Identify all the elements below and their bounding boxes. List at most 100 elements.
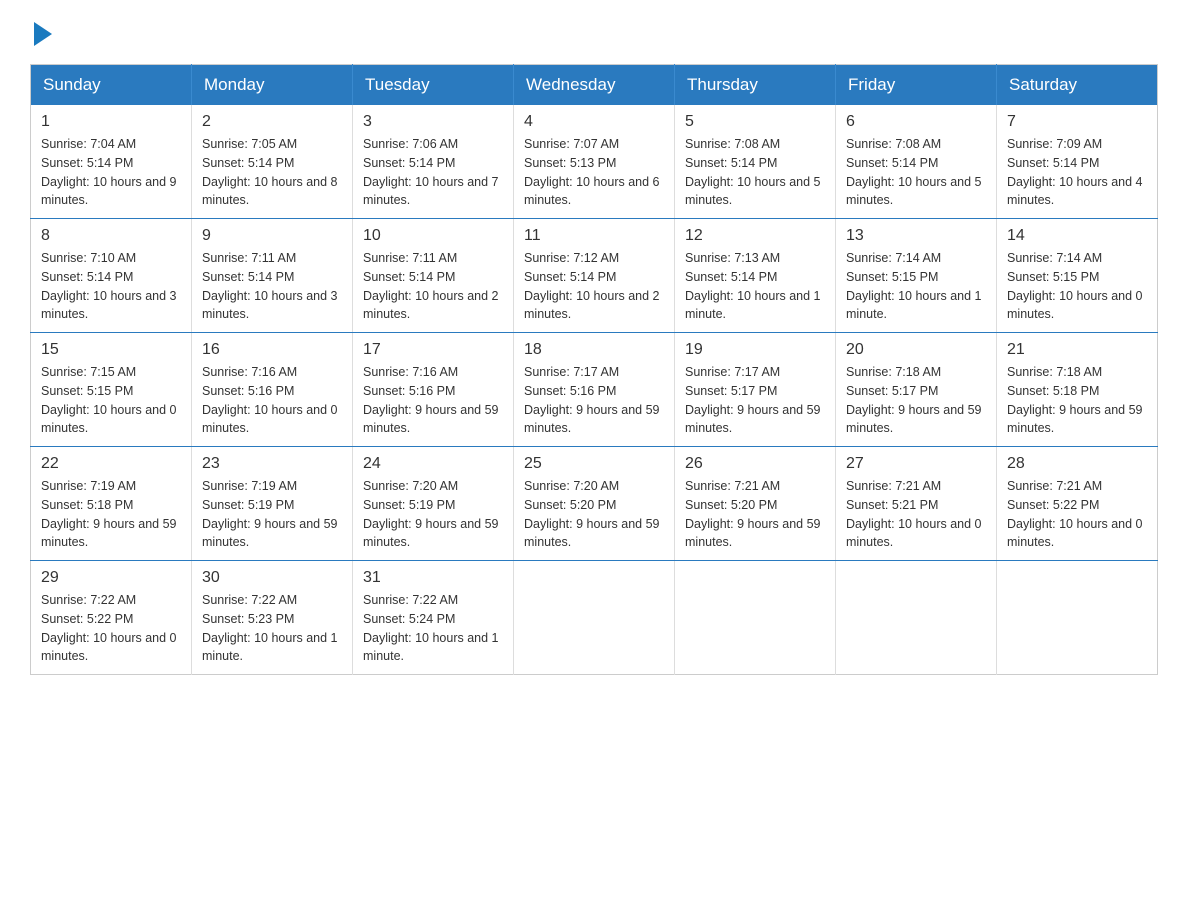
week-row-1: 1 Sunrise: 7:04 AMSunset: 5:14 PMDayligh… [31, 105, 1158, 219]
day-number: 6 [846, 113, 986, 131]
day-cell: 12 Sunrise: 7:13 AMSunset: 5:14 PMDaylig… [675, 219, 836, 333]
day-info: Sunrise: 7:05 AMSunset: 5:14 PMDaylight:… [202, 135, 342, 210]
day-number: 14 [1007, 227, 1147, 245]
day-cell: 5 Sunrise: 7:08 AMSunset: 5:14 PMDayligh… [675, 105, 836, 219]
day-cell: 2 Sunrise: 7:05 AMSunset: 5:14 PMDayligh… [192, 105, 353, 219]
header-cell-saturday: Saturday [997, 65, 1158, 106]
calendar-header: SundayMondayTuesdayWednesdayThursdayFrid… [31, 65, 1158, 106]
day-cell: 3 Sunrise: 7:06 AMSunset: 5:14 PMDayligh… [353, 105, 514, 219]
day-cell: 4 Sunrise: 7:07 AMSunset: 5:13 PMDayligh… [514, 105, 675, 219]
day-number: 31 [363, 569, 503, 587]
calendar-table: SundayMondayTuesdayWednesdayThursdayFrid… [30, 64, 1158, 675]
day-info: Sunrise: 7:21 AMSunset: 5:21 PMDaylight:… [846, 477, 986, 552]
calendar-body: 1 Sunrise: 7:04 AMSunset: 5:14 PMDayligh… [31, 105, 1158, 675]
day-number: 2 [202, 113, 342, 131]
day-number: 21 [1007, 341, 1147, 359]
day-cell: 24 Sunrise: 7:20 AMSunset: 5:19 PMDaylig… [353, 447, 514, 561]
day-number: 20 [846, 341, 986, 359]
header-cell-wednesday: Wednesday [514, 65, 675, 106]
day-info: Sunrise: 7:15 AMSunset: 5:15 PMDaylight:… [41, 363, 181, 438]
day-cell: 22 Sunrise: 7:19 AMSunset: 5:18 PMDaylig… [31, 447, 192, 561]
day-cell: 15 Sunrise: 7:15 AMSunset: 5:15 PMDaylig… [31, 333, 192, 447]
day-info: Sunrise: 7:14 AMSunset: 5:15 PMDaylight:… [846, 249, 986, 324]
day-info: Sunrise: 7:07 AMSunset: 5:13 PMDaylight:… [524, 135, 664, 210]
logo-text [30, 20, 52, 46]
day-number: 26 [685, 455, 825, 473]
day-info: Sunrise: 7:22 AMSunset: 5:24 PMDaylight:… [363, 591, 503, 666]
day-cell [997, 561, 1158, 675]
day-number: 9 [202, 227, 342, 245]
day-info: Sunrise: 7:12 AMSunset: 5:14 PMDaylight:… [524, 249, 664, 324]
day-info: Sunrise: 7:11 AMSunset: 5:14 PMDaylight:… [202, 249, 342, 324]
day-number: 4 [524, 113, 664, 131]
day-info: Sunrise: 7:04 AMSunset: 5:14 PMDaylight:… [41, 135, 181, 210]
day-info: Sunrise: 7:21 AMSunset: 5:20 PMDaylight:… [685, 477, 825, 552]
day-number: 19 [685, 341, 825, 359]
day-cell: 25 Sunrise: 7:20 AMSunset: 5:20 PMDaylig… [514, 447, 675, 561]
day-number: 13 [846, 227, 986, 245]
day-number: 27 [846, 455, 986, 473]
day-number: 11 [524, 227, 664, 245]
day-cell: 13 Sunrise: 7:14 AMSunset: 5:15 PMDaylig… [836, 219, 997, 333]
day-number: 18 [524, 341, 664, 359]
day-info: Sunrise: 7:08 AMSunset: 5:14 PMDaylight:… [685, 135, 825, 210]
day-info: Sunrise: 7:21 AMSunset: 5:22 PMDaylight:… [1007, 477, 1147, 552]
day-info: Sunrise: 7:16 AMSunset: 5:16 PMDaylight:… [202, 363, 342, 438]
day-number: 10 [363, 227, 503, 245]
day-info: Sunrise: 7:06 AMSunset: 5:14 PMDaylight:… [363, 135, 503, 210]
day-number: 5 [685, 113, 825, 131]
day-info: Sunrise: 7:08 AMSunset: 5:14 PMDaylight:… [846, 135, 986, 210]
day-cell: 7 Sunrise: 7:09 AMSunset: 5:14 PMDayligh… [997, 105, 1158, 219]
day-number: 22 [41, 455, 181, 473]
day-number: 8 [41, 227, 181, 245]
day-number: 15 [41, 341, 181, 359]
week-row-5: 29 Sunrise: 7:22 AMSunset: 5:22 PMDaylig… [31, 561, 1158, 675]
day-cell [675, 561, 836, 675]
day-cell: 6 Sunrise: 7:08 AMSunset: 5:14 PMDayligh… [836, 105, 997, 219]
week-row-4: 22 Sunrise: 7:19 AMSunset: 5:18 PMDaylig… [31, 447, 1158, 561]
logo [30, 20, 52, 46]
day-info: Sunrise: 7:22 AMSunset: 5:23 PMDaylight:… [202, 591, 342, 666]
day-number: 7 [1007, 113, 1147, 131]
day-info: Sunrise: 7:19 AMSunset: 5:19 PMDaylight:… [202, 477, 342, 552]
day-number: 29 [41, 569, 181, 587]
day-number: 30 [202, 569, 342, 587]
day-cell: 18 Sunrise: 7:17 AMSunset: 5:16 PMDaylig… [514, 333, 675, 447]
day-info: Sunrise: 7:17 AMSunset: 5:16 PMDaylight:… [524, 363, 664, 438]
day-cell: 30 Sunrise: 7:22 AMSunset: 5:23 PMDaylig… [192, 561, 353, 675]
day-cell: 9 Sunrise: 7:11 AMSunset: 5:14 PMDayligh… [192, 219, 353, 333]
day-cell: 23 Sunrise: 7:19 AMSunset: 5:19 PMDaylig… [192, 447, 353, 561]
day-number: 25 [524, 455, 664, 473]
day-info: Sunrise: 7:22 AMSunset: 5:22 PMDaylight:… [41, 591, 181, 666]
day-info: Sunrise: 7:17 AMSunset: 5:17 PMDaylight:… [685, 363, 825, 438]
day-cell: 26 Sunrise: 7:21 AMSunset: 5:20 PMDaylig… [675, 447, 836, 561]
day-info: Sunrise: 7:13 AMSunset: 5:14 PMDaylight:… [685, 249, 825, 324]
day-cell: 28 Sunrise: 7:21 AMSunset: 5:22 PMDaylig… [997, 447, 1158, 561]
day-info: Sunrise: 7:09 AMSunset: 5:14 PMDaylight:… [1007, 135, 1147, 210]
day-cell: 31 Sunrise: 7:22 AMSunset: 5:24 PMDaylig… [353, 561, 514, 675]
day-cell: 11 Sunrise: 7:12 AMSunset: 5:14 PMDaylig… [514, 219, 675, 333]
day-info: Sunrise: 7:18 AMSunset: 5:18 PMDaylight:… [1007, 363, 1147, 438]
header-cell-thursday: Thursday [675, 65, 836, 106]
day-cell: 19 Sunrise: 7:17 AMSunset: 5:17 PMDaylig… [675, 333, 836, 447]
day-number: 16 [202, 341, 342, 359]
header-cell-sunday: Sunday [31, 65, 192, 106]
day-number: 17 [363, 341, 503, 359]
header-cell-friday: Friday [836, 65, 997, 106]
week-row-3: 15 Sunrise: 7:15 AMSunset: 5:15 PMDaylig… [31, 333, 1158, 447]
day-info: Sunrise: 7:11 AMSunset: 5:14 PMDaylight:… [363, 249, 503, 324]
header-cell-monday: Monday [192, 65, 353, 106]
day-number: 12 [685, 227, 825, 245]
day-info: Sunrise: 7:14 AMSunset: 5:15 PMDaylight:… [1007, 249, 1147, 324]
day-cell: 1 Sunrise: 7:04 AMSunset: 5:14 PMDayligh… [31, 105, 192, 219]
day-cell: 20 Sunrise: 7:18 AMSunset: 5:17 PMDaylig… [836, 333, 997, 447]
day-cell: 16 Sunrise: 7:16 AMSunset: 5:16 PMDaylig… [192, 333, 353, 447]
day-cell: 17 Sunrise: 7:16 AMSunset: 5:16 PMDaylig… [353, 333, 514, 447]
day-info: Sunrise: 7:20 AMSunset: 5:20 PMDaylight:… [524, 477, 664, 552]
day-cell: 10 Sunrise: 7:11 AMSunset: 5:14 PMDaylig… [353, 219, 514, 333]
logo-arrow-icon [34, 22, 52, 46]
day-number: 23 [202, 455, 342, 473]
day-info: Sunrise: 7:10 AMSunset: 5:14 PMDaylight:… [41, 249, 181, 324]
day-info: Sunrise: 7:20 AMSunset: 5:19 PMDaylight:… [363, 477, 503, 552]
day-info: Sunrise: 7:18 AMSunset: 5:17 PMDaylight:… [846, 363, 986, 438]
